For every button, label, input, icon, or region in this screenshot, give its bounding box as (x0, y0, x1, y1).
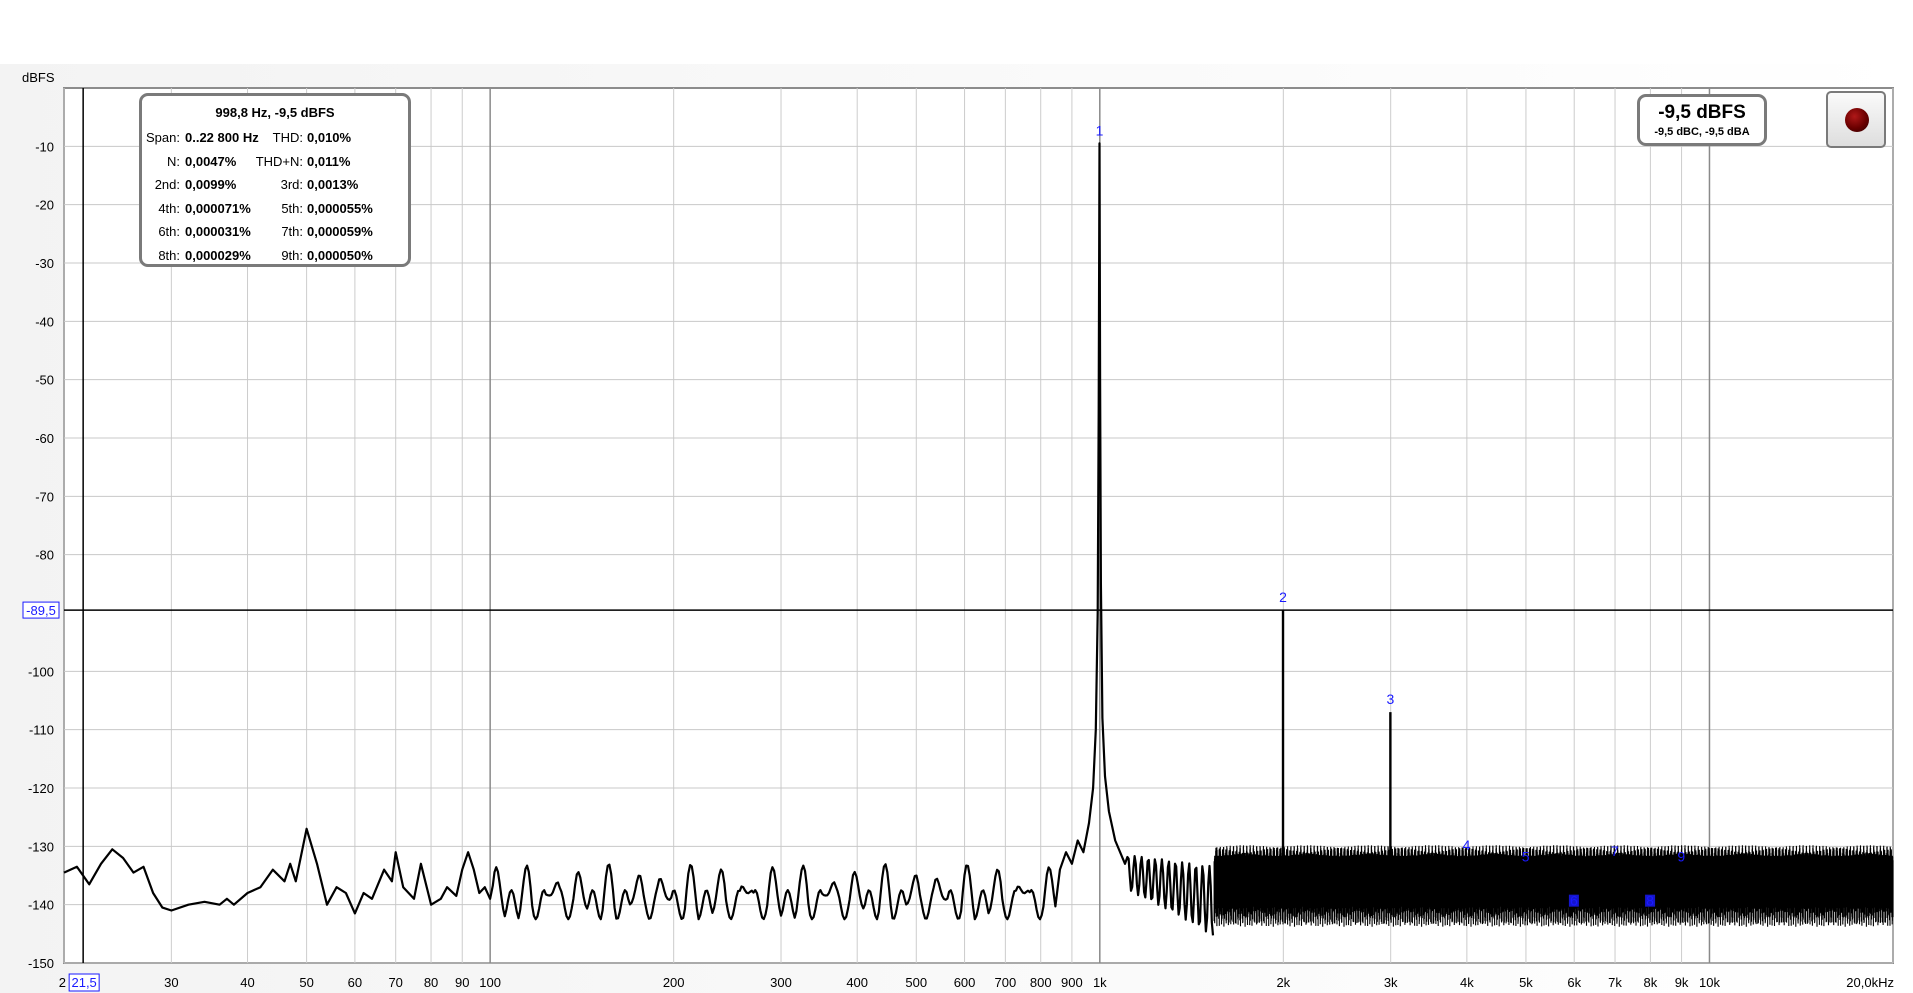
y-tick-label: -60 (35, 431, 54, 446)
x-tick-label: 1k (1093, 975, 1107, 990)
stats-row: 6th: 0,000031% 7th: 0,000059% (142, 224, 408, 240)
x-tick-label: 900 (1061, 975, 1083, 990)
stats-label: 5th: (281, 200, 303, 216)
y-tick-label: -40 (35, 314, 54, 329)
x-tick-label: 80 (424, 975, 438, 990)
harmonic-label-4: 4 (1463, 837, 1471, 853)
stats-value: 0,000029% (185, 247, 251, 263)
harmonic-label-9: 9 (1677, 849, 1685, 865)
y-tick-label: -10 (35, 139, 54, 154)
x-tick-label: 10k (1699, 975, 1720, 990)
stats-label: Span: (146, 130, 180, 145)
x-tick-label: 90 (455, 975, 469, 990)
y-tick-label: -140 (28, 898, 54, 913)
stats-label: THD+N: (255, 153, 303, 169)
harmonic-label-8: 8 (1646, 893, 1654, 909)
x-tick-label: 7k (1608, 975, 1622, 990)
cursor-x-readout: 21,5 (71, 975, 96, 990)
x-tick-label: 8k (1644, 975, 1658, 990)
level-dbfs: -9,5 dBFS (1658, 102, 1746, 123)
y-tick-label: -120 (28, 781, 54, 796)
y-tick-label: -80 (35, 548, 54, 563)
x-tick-label: 2 (59, 975, 66, 990)
y-tick-label: -130 (28, 839, 54, 854)
x-tick-label: 50 (299, 975, 313, 990)
stats-value: 0,011% (307, 153, 351, 169)
harmonic-label-5: 5 (1522, 849, 1530, 865)
harmonic-label-7: 7 (1611, 843, 1619, 859)
x-tick-label: 700 (995, 975, 1017, 990)
harmonic-label-2: 2 (1279, 589, 1287, 605)
stats-value: 0,0099% (185, 177, 237, 192)
stats-label: 6th: (158, 224, 180, 239)
x-tick-label: 5k (1519, 975, 1533, 990)
stats-label: 7th: (281, 224, 303, 239)
cursor-y-readout: -89,5 (26, 603, 56, 618)
stats-value: 0,010% (307, 130, 352, 145)
x-tick-label: 60 (348, 975, 362, 990)
stats-label: 8th: (158, 247, 180, 263)
y-tick-label: -70 (35, 489, 54, 504)
x-tick-label: 600 (954, 975, 976, 990)
record-button[interactable] (1826, 91, 1886, 148)
x-tick-label: 100 (479, 975, 501, 990)
noise-floor (1213, 845, 1894, 927)
x-tick-label: 2k (1276, 975, 1290, 990)
stats-label: 2nd: (154, 177, 180, 192)
record-icon (1845, 108, 1869, 132)
harmonic-label-1: 1 (1096, 122, 1104, 138)
x-tick-label: 400 (846, 975, 868, 990)
stats-row: N: 0,0047% THD+N: 0,011% (142, 154, 408, 170)
stats-label: 9th: (281, 247, 303, 263)
x-tick-label: 4k (1460, 975, 1474, 990)
x-tick-label: 3k (1384, 975, 1398, 990)
stats-value: 0,000031% (185, 224, 251, 239)
y-tick-label: -150 (28, 956, 54, 971)
stats-value: 0,000050% (307, 247, 373, 263)
stats-value: 0,000071% (185, 200, 251, 216)
x-tick-label: 9k (1675, 975, 1689, 990)
stats-row: 8th: 0,000029% 9th: 0,000050% (142, 248, 408, 264)
harmonic-label-6: 6 (1570, 893, 1578, 909)
stats-label: THD: (272, 130, 303, 145)
y-axis-unit-label: dBFS (22, 70, 55, 85)
fundamental-readout: 998,8 Hz, -9,5 dBFS (215, 105, 335, 120)
stats-row: 4th: 0,000071% 5th: 0,000055% (142, 201, 408, 217)
stats-label: 4th: (158, 200, 180, 216)
stats-label: 3rd: (280, 177, 303, 192)
stats-row: 2nd: 0,0099% 3rd: 0,0013% (142, 177, 408, 193)
x-tick-label: 200 (663, 975, 685, 990)
stats-label: N: (167, 153, 180, 169)
harmonic-label-3: 3 (1386, 691, 1394, 707)
y-tick-label: -110 (29, 723, 54, 738)
y-tick-label: -20 (35, 198, 54, 213)
stats-row: Span: 0..22 800 Hz THD: 0,010% (142, 130, 408, 146)
stats-value: 0,0013% (307, 177, 359, 192)
x-tick-label: 40 (240, 975, 254, 990)
y-tick-label: -30 (35, 256, 54, 271)
x-tick-label: 70 (388, 975, 402, 990)
x-tick-label: 20,0kHz (1846, 975, 1894, 990)
y-tick-label: -100 (28, 664, 54, 679)
x-tick-label: 6k (1567, 975, 1581, 990)
x-tick-label: 300 (770, 975, 792, 990)
x-tick-label: 500 (905, 975, 927, 990)
stats-value: 0,000059% (307, 224, 373, 239)
y-tick-label: -50 (35, 373, 54, 388)
x-tick-label: 800 (1030, 975, 1052, 990)
level-meter: -9,5 dBFS -9,5 dBC, -9,5 dBA (1637, 94, 1767, 146)
stats-value: 0,0047% (185, 153, 237, 169)
level-weighted: -9,5 dBC, -9,5 dBA (1654, 126, 1750, 138)
stats-value: 0,000055% (307, 200, 373, 216)
thd-stats-panel: 998,8 Hz, -9,5 dBFS Span: 0..22 800 Hz THD… (139, 93, 411, 267)
x-tick-label: 30 (164, 975, 178, 990)
